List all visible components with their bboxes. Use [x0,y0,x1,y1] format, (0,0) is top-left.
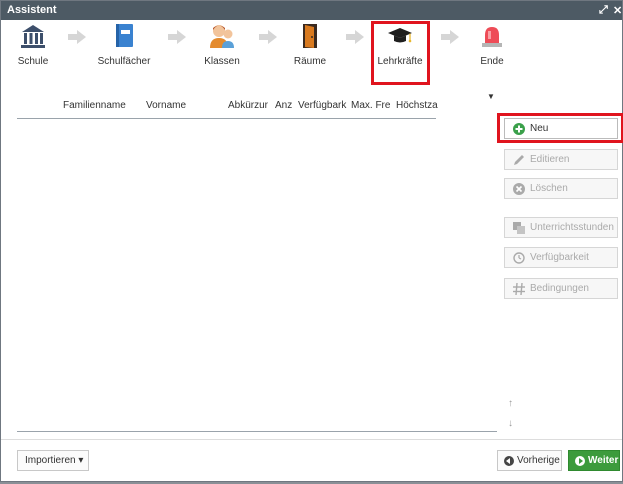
active-step-highlight [371,21,430,85]
arrow-right-icon [259,30,277,44]
next-button-label: Weiter [588,455,619,466]
import-dropdown-button[interactable]: Importieren ▾ [17,450,89,471]
step-schule[interactable]: Schule [2,23,64,67]
step-schulfaecher[interactable]: Schulfächer [93,23,155,67]
previous-button-label: Vorherige [517,455,560,466]
new-button-highlight [497,113,623,143]
column-header-verfuegbarkeit[interactable]: Verfügbark [298,100,348,111]
previous-button[interactable]: Vorherige [497,450,562,471]
alarm-light-icon [482,27,502,47]
book-icon [116,24,133,47]
edit-button-label: Editieren [530,154,570,165]
arrow-left-circle-icon [504,456,514,466]
move-down-icon[interactable]: ↓ [508,418,513,429]
maximize-icon[interactable]: ⤢ [599,4,608,17]
step-raeume[interactable]: Räume [279,23,341,67]
table-header-divider [17,118,436,119]
column-header-anzahl[interactable]: Anz [275,100,295,111]
lessons-button[interactable]: Unterrichtsstunden [504,217,618,238]
conditions-button[interactable]: Bedingungen [504,278,618,299]
arrow-right-icon [68,30,86,44]
wizard-steps: Schule Schulfächer Klassen Räume Lehrkrä… [1,20,622,88]
delete-button[interactable]: Löschen [504,178,618,199]
close-icon[interactable]: ✕ [613,4,622,17]
assistant-dialog: Assistent ⤢ ✕ Schule Schulfächer Klassen… [0,0,623,482]
lessons-button-label: Unterrichtsstunden [530,222,614,233]
edit-button[interactable]: Editieren [504,149,618,170]
step-label: Schulfächer [97,56,151,67]
step-klassen[interactable]: Klassen [191,23,253,67]
column-header-familienname[interactable]: Familienname [63,100,141,111]
dialog-title: Assistent [7,4,57,16]
step-ende[interactable]: Ende [461,23,523,67]
arrow-right-icon [346,30,364,44]
pencil-icon [514,155,524,165]
hashtag-icon [513,283,525,295]
table-bottom-divider [17,431,497,432]
column-header-abkuerzung[interactable]: Abkürzur [228,100,272,111]
next-button[interactable]: Weiter [568,450,620,471]
arrow-right-circle-icon [575,456,585,466]
delete-button-label: Löschen [530,183,568,194]
remove-circle-icon [513,183,525,195]
arrow-right-icon [441,30,459,44]
column-header-hoechstzahl[interactable]: Höchstza [396,100,438,111]
door-icon [303,24,317,48]
conditions-button-label: Bedingungen [530,283,589,294]
availability-button[interactable]: Verfügbarkeit [504,247,618,268]
step-label: Ende [480,56,504,67]
step-label: Räume [293,56,327,67]
column-menu-icon[interactable]: ▼ [487,92,495,101]
import-button-label: Importieren ▾ [25,455,84,466]
copy-icon [513,222,525,234]
students-icon [210,25,234,48]
move-up-icon[interactable]: ↑ [508,398,513,409]
column-header-vorname[interactable]: Vorname [146,100,206,111]
arrow-right-icon [168,30,186,44]
step-label: Klassen [204,56,240,67]
availability-button-label: Verfügbarkeit [530,252,589,263]
column-header-max-freistunden[interactable]: Max. Fre [351,100,393,111]
title-bar: Assistent ⤢ ✕ [1,1,622,20]
school-building-icon [21,25,45,48]
step-label: Schule [17,56,49,67]
clock-icon [513,252,525,264]
